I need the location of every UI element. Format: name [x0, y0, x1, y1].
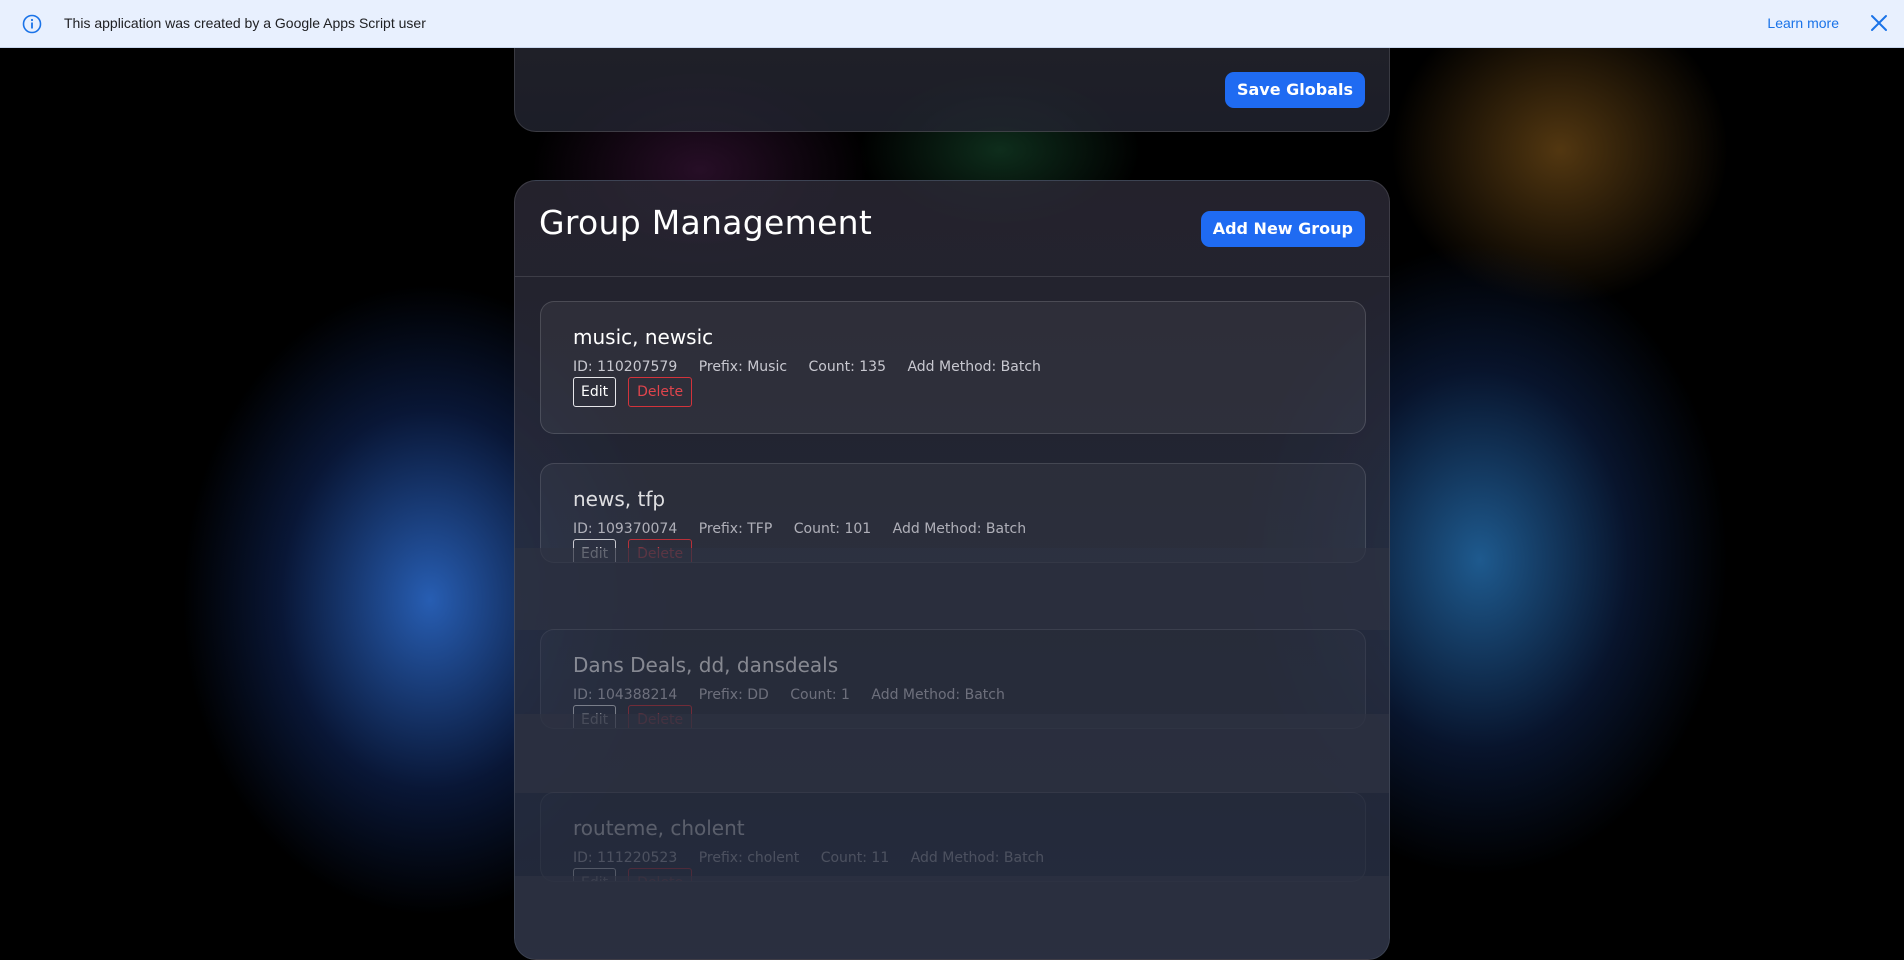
group-name: news, tfp [573, 487, 666, 511]
group-meta: ID: 109370074 Prefix: TFP Count: 101 Add… [573, 521, 1043, 537]
group-id: ID: 111220523 [573, 850, 678, 866]
edit-button[interactable]: Edit [573, 377, 617, 407]
group-name: routeme, cholent [573, 816, 745, 840]
group-count: Count: 135 [808, 359, 886, 375]
group-prefix: Prefix: DD [698, 687, 769, 703]
fade-overlay [515, 548, 1389, 630]
group-prefix: Prefix: TFP [698, 521, 773, 537]
group-card: routeme, cholent ID: 111220523 Prefix: c… [540, 792, 1366, 882]
page-title: Group Management [539, 203, 873, 242]
group-add-method: Add Method: Batch [907, 359, 1041, 375]
group-id: ID: 104388214 [573, 687, 678, 703]
delete-button[interactable]: Delete [628, 377, 693, 407]
group-management-panel: Group Management Add New Group music, ne… [514, 180, 1390, 960]
group-add-method: Add Method: Batch [910, 850, 1045, 866]
group-prefix: Prefix: cholent [698, 850, 800, 866]
group-count: Count: 11 [820, 850, 890, 866]
group-count: Count: 101 [793, 521, 872, 537]
group-actions: Edit Delete [573, 377, 693, 407]
group-card: music, newsic ID: 110207579 Prefix: Musi… [540, 301, 1366, 434]
divider [515, 276, 1389, 277]
group-id: ID: 109370074 [573, 521, 678, 537]
fade-overlay [515, 876, 1389, 959]
group-meta: ID: 110207579 Prefix: Music Count: 135 A… [573, 359, 1058, 375]
info-icon [22, 14, 42, 34]
group-add-method: Add Method: Batch [892, 521, 1027, 537]
fade-overlay [515, 714, 1389, 793]
group-name: Dans Deals, dd, dansdeals [573, 653, 839, 677]
group-name: music, newsic [573, 325, 714, 349]
group-meta: ID: 104388214 Prefix: DD Count: 1 Add Me… [573, 687, 1022, 703]
group-add-method: Add Method: Batch [871, 687, 1005, 703]
apps-script-banner: This application was created by a Google… [0, 0, 1904, 48]
group-id: ID: 110207579 [573, 359, 678, 375]
close-icon[interactable] [1868, 12, 1890, 34]
add-new-group-button[interactable]: Add New Group [1200, 211, 1365, 247]
banner-message: This application was created by a Google… [64, 15, 426, 31]
group-meta: ID: 111220523 Prefix: cholent Count: 11 … [573, 850, 1061, 866]
learn-more-link[interactable]: Learn more [1767, 15, 1839, 31]
save-globals-button[interactable]: Save Globals [1224, 72, 1365, 108]
group-prefix: Prefix: Music [698, 359, 788, 375]
group-count: Count: 1 [790, 687, 850, 703]
